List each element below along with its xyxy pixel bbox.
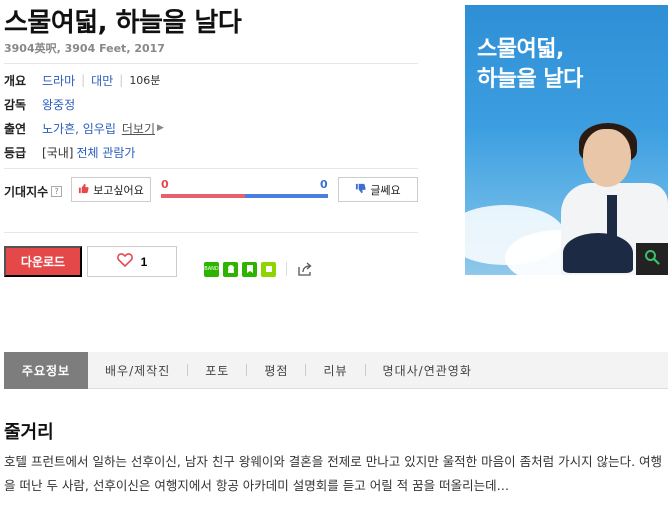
share-icon[interactable] — [297, 261, 313, 277]
like-count-value: 1 — [140, 254, 148, 269]
want-to-see-label: 보고싶어요 — [93, 184, 144, 197]
runtime: 106분 — [129, 74, 161, 87]
director-label: 감독 — [4, 97, 27, 112]
page-title: 스물여덟, 하늘을 날다 — [4, 8, 242, 38]
like-button[interactable]: 1 — [87, 246, 177, 277]
kakaostory-share-icon[interactable] — [223, 261, 238, 277]
search-icon — [644, 249, 660, 269]
country-link[interactable]: 대만 — [91, 72, 113, 89]
detail-tabs: 주요정보 배우/제작진 포토 평점 리뷰 명대사/연관영화 — [4, 351, 668, 389]
thumbs-up-icon — [78, 183, 89, 197]
more-cast-link[interactable]: 더보기 — [122, 120, 155, 137]
tab-review[interactable]: 리뷰 — [306, 352, 364, 389]
memo-share-icon[interactable] — [261, 261, 276, 277]
expectation-text: 기대지수 — [4, 185, 49, 199]
pilot-face — [583, 129, 631, 187]
cast-link[interactable]: 노가흔, 임우립 — [42, 120, 116, 137]
not-sure-button[interactable]: 글쎄요 — [338, 177, 418, 202]
rating-label: 등급 — [4, 145, 27, 160]
tab-score[interactable]: 평점 — [247, 352, 305, 389]
rating-prefix: [국내] — [42, 145, 74, 160]
share-bar: BAND — [204, 261, 313, 277]
overview-row: 개요 드라마 | 대만 | 106분 — [4, 70, 160, 90]
cast-label: 출연 — [4, 121, 27, 136]
tab-cast-crew[interactable]: 배우/제작진 — [88, 352, 187, 389]
director-row: 감독 왕중정 — [4, 94, 75, 114]
poster-title-line2: 하늘을 날다 — [477, 67, 583, 92]
like-bar — [161, 194, 245, 198]
info-divider — [4, 168, 418, 169]
tab-photo[interactable]: 포토 — [188, 352, 246, 389]
tab-quotes-related[interactable]: 명대사/연관영화 — [366, 352, 489, 389]
original-title: 3904英呎, 3904 Feet, 2017 — [4, 42, 165, 55]
separator: | — [81, 73, 86, 87]
poster-title-line1: 스물여덟, — [477, 37, 564, 62]
bookmark-share-icon[interactable] — [242, 261, 257, 277]
want-to-see-button[interactable]: 보고싶어요 — [71, 177, 151, 202]
rating-row: 등급 [국내] 전체 관람가 — [4, 142, 135, 162]
thumbs-down-icon — [355, 183, 366, 197]
dislike-bar — [245, 194, 328, 198]
cast-row: 출연 노가흔, 임우립 더보기 ▶ — [4, 118, 164, 138]
expectation-label: 기대지수 ? — [4, 183, 63, 200]
dislike-count: 0 — [320, 178, 328, 191]
separator: | — [119, 73, 124, 87]
synopsis-title: 줄거리 — [4, 422, 54, 443]
help-icon[interactable]: ? — [51, 186, 63, 197]
heart-icon — [116, 252, 133, 272]
pilot-cap — [563, 233, 633, 273]
poster-zoom-button[interactable] — [636, 243, 668, 275]
rating-link[interactable]: 전체 관람가 — [76, 144, 135, 161]
overview-label: 개요 — [4, 73, 27, 88]
genre-link[interactable]: 드라마 — [42, 72, 75, 89]
share-divider — [286, 262, 287, 276]
download-button[interactable]: 다운로드 — [4, 246, 82, 277]
not-sure-label: 글쎄요 — [370, 184, 401, 197]
title-divider — [4, 63, 418, 64]
poster-title: 스물여덟, 하늘을 날다 — [477, 35, 583, 95]
synopsis-text: 호텔 프런트에서 일하는 선후이신, 남자 친구 왕웨이와 결혼을 전제로 만나… — [4, 454, 663, 493]
band-share-icon[interactable]: BAND — [204, 261, 219, 277]
chevron-right-icon: ▶ — [157, 123, 164, 133]
tab-main-info[interactable]: 주요정보 — [4, 351, 88, 389]
expectation-divider — [4, 232, 418, 233]
director-link[interactable]: 왕중정 — [42, 96, 75, 113]
like-count: 0 — [161, 178, 169, 191]
movie-poster[interactable]: 스물여덟, 하늘을 날다 — [465, 5, 668, 275]
